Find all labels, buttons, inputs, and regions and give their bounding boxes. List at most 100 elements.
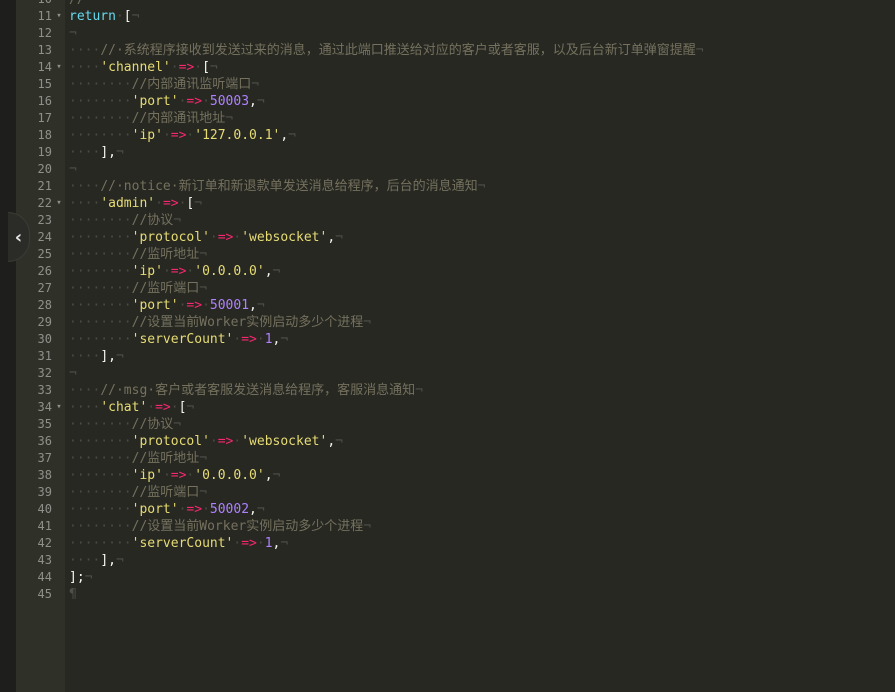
- token-com: //内部通讯地址: [131, 111, 226, 126]
- line-number: 45: [37, 587, 52, 601]
- code-line[interactable]: 17 ········//内部通讯地址¬: [16, 110, 895, 127]
- token-ws: ·: [170, 400, 179, 415]
- token-str: 'serverCount': [131, 536, 234, 551]
- token-op: =>: [155, 400, 171, 415]
- code-line[interactable]: 31 ····],¬: [16, 348, 895, 365]
- newline-marker: ¬: [335, 230, 343, 245]
- token-plain: ],: [100, 553, 116, 568]
- token-str: 'protocol': [131, 434, 210, 449]
- code-line[interactable]: 25 ········//监听地址¬: [16, 246, 895, 263]
- line-number: 16: [37, 94, 52, 108]
- code-line[interactable]: 16 ········'port'·=>·50003,¬: [16, 93, 895, 110]
- token-ws: ········: [69, 298, 132, 313]
- line-number: 44: [37, 570, 52, 584]
- newline-marker: ¬: [69, 366, 77, 381]
- line-number: 28: [37, 298, 52, 312]
- fold-arrow-icon[interactable]: ▾: [54, 399, 64, 416]
- token-ws: ·: [170, 60, 179, 75]
- code-line[interactable]: 11 ▾ return·[¬: [16, 8, 895, 25]
- token-num: 50003: [209, 94, 250, 109]
- code-text: ········//监听地址¬: [69, 246, 207, 263]
- code-text: ····'channel'·=>·[¬: [69, 59, 218, 76]
- code-line[interactable]: 10 //·-----------------------------------…: [16, 0, 895, 8]
- newline-marker: ¬: [415, 383, 423, 398]
- line-number: 42: [37, 536, 52, 550]
- code-line[interactable]: 44];¬: [16, 569, 895, 586]
- code-line[interactable]: 35 ········//协议¬: [16, 416, 895, 433]
- token-str: 'ip': [131, 264, 163, 279]
- token-plain: ,: [327, 230, 336, 245]
- code-line[interactable]: 36 ········'protocol'·=>·'websocket',¬: [16, 433, 895, 450]
- line-number: 30: [37, 332, 52, 346]
- token-plain: [: [202, 60, 210, 75]
- token-plain: ,: [280, 128, 289, 143]
- code-line[interactable]: 24 ········'protocol'·=>·'websocket',¬: [16, 229, 895, 246]
- token-str: 'admin': [100, 196, 156, 211]
- code-line[interactable]: 15 ········//内部通讯监听端口¬: [16, 76, 895, 93]
- code-text: ····'chat'·=>·[¬: [69, 399, 194, 416]
- code-line[interactable]: 19 ····],¬: [16, 144, 895, 161]
- token-com: //监听地址: [131, 247, 200, 262]
- newline-marker: ¬: [173, 213, 182, 228]
- code-line[interactable]: 27 ········//监听端口¬: [16, 280, 895, 297]
- code-line[interactable]: 45 ¶: [16, 586, 895, 603]
- code-line[interactable]: 20 ¬: [16, 161, 895, 178]
- code-text: ········//监听端口¬: [69, 280, 207, 297]
- code-line[interactable]: 21 ····//·notice·新订单和新退款单发送消息给程序，后台的消息通知¬: [16, 178, 895, 195]
- line-number: 39: [37, 485, 52, 499]
- token-str: 'websocket': [241, 434, 328, 449]
- token-ws: ····: [69, 383, 101, 398]
- token-ws: ····: [69, 553, 101, 568]
- token-ws: ·: [202, 502, 210, 517]
- line-number: 32: [37, 366, 52, 380]
- token-ws: ·: [194, 60, 203, 75]
- code-line[interactable]: 41 ········//设置当前Worker实例启动多少个进程¬: [16, 518, 895, 535]
- code-line[interactable]: 39 ········//监听端口¬: [16, 484, 895, 501]
- line-number: 26: [37, 264, 52, 278]
- newline-marker: ¬: [363, 315, 372, 330]
- code-line[interactable]: 29 ········//设置当前Worker实例启动多少个进程¬: [16, 314, 895, 331]
- token-ws: ·: [155, 196, 163, 211]
- code-line[interactable]: 42 ········'serverCount'·=>·1,¬: [16, 535, 895, 552]
- newline-marker: ¬: [256, 502, 265, 517]
- code-line[interactable]: 18 ········'ip'·=>·'127.0.0.1',¬: [16, 127, 895, 144]
- token-ws: ········: [69, 485, 132, 500]
- token-ws: ·: [162, 264, 171, 279]
- token-ws: ·: [202, 298, 210, 313]
- code-line[interactable]: 32 ¬: [16, 365, 895, 382]
- fold-arrow-icon[interactable]: ▾: [54, 59, 64, 76]
- code-line[interactable]: 13 ····//·系统程序接收到发送过来的消息，通过此端口推送给对应的客户或者客…: [16, 42, 895, 59]
- code-line[interactable]: 34 ▾ ····'chat'·=>·[¬: [16, 399, 895, 416]
- code-text: ········'protocol'·=>·'websocket',¬: [69, 433, 343, 450]
- newline-marker: ¬: [477, 179, 486, 194]
- newline-marker: ¬: [256, 298, 265, 313]
- line-number: 12: [37, 26, 52, 40]
- code-line[interactable]: 26 ········'ip'·=>·'0.0.0.0',¬: [16, 263, 895, 280]
- code-line[interactable]: 40 ········'port'·=>·50002,¬: [16, 501, 895, 518]
- code-line[interactable]: 28 ········'port'·=>·50001,¬: [16, 297, 895, 314]
- newline-marker: ¬: [335, 434, 343, 449]
- code-line[interactable]: 38 ········'ip'·=>·'0.0.0.0',¬: [16, 467, 895, 484]
- token-num: 1: [264, 536, 273, 551]
- fold-arrow-icon[interactable]: ▾: [54, 8, 64, 25]
- code-line[interactable]: 37 ········//监听地址¬: [16, 450, 895, 467]
- token-com: //: [69, 0, 85, 7]
- fold-arrow-icon[interactable]: ▾: [54, 195, 64, 212]
- code-line[interactable]: 23 ········//协议¬: [16, 212, 895, 229]
- token-plain: ,: [264, 264, 273, 279]
- code-line[interactable]: 33 ····//·msg·客户或者客服发送消息给程序，客服消息通知¬: [16, 382, 895, 399]
- token-op: =>: [217, 434, 234, 449]
- token-plain: ,: [249, 298, 257, 313]
- token-ws: ····: [69, 179, 101, 194]
- token-com: //·notice·新订单和新退款单发送消息给程序，后台的消息通知: [100, 179, 478, 194]
- code-line[interactable]: 43 ····],¬: [16, 552, 895, 569]
- token-ws: ····: [69, 60, 101, 75]
- token-ws: ·: [256, 536, 265, 551]
- line-number: 17: [37, 111, 52, 125]
- code-text: ¬: [69, 365, 77, 382]
- code-line[interactable]: 14 ▾ ····'channel'·=>·[¬: [16, 59, 895, 76]
- code-line[interactable]: 12 ¬: [16, 25, 895, 42]
- code-line[interactable]: 22 ▾ ····'admin'·=>·[¬: [16, 195, 895, 212]
- token-str: 'protocol': [131, 230, 210, 245]
- code-line[interactable]: 30 ········'serverCount'·=>·1,¬: [16, 331, 895, 348]
